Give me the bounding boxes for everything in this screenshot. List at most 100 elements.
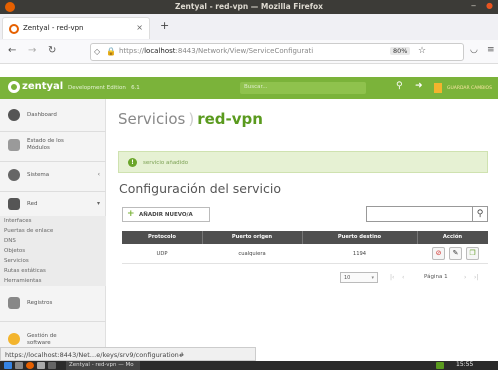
zoom-level[interactable]: 80% [390,47,411,55]
chevron-left-icon: ‹ [97,171,100,178]
lock-warning-icon[interactable]: 🔒 [106,47,116,56]
gear-icon [8,169,20,181]
last-page-icon[interactable]: ›| [474,274,478,281]
divider [0,321,106,322]
sidebar-item-label: Sistema [27,172,50,178]
sidebar-subitem-interfaces[interactable]: Interfaces [0,216,106,226]
minimize-icon[interactable]: ‒ [471,1,476,10]
desktop-icon[interactable] [4,362,12,369]
next-page-icon[interactable]: › [464,274,466,281]
chevron-down-icon: ▾ [371,275,374,281]
forward-icon[interactable]: → [28,45,36,56]
sidebar-item-system[interactable]: Sistema ‹ [0,165,106,187]
menu-icon[interactable]: ≡ [487,45,495,55]
link-status-bar: https://localhost:8443/Net…e/keys/srv9/c… [0,347,256,361]
window-titlebar: Zentyal - red-vpn — Mozilla Firefox ‒ ● [0,0,498,14]
reload-icon[interactable]: ↻ [48,45,56,56]
sidebar-subitem-services[interactable]: Servicios [0,256,106,266]
sidebar-subitem-dns[interactable]: DNS [0,236,106,246]
table-header: Protocolo Puerto origen Puerto destino A… [122,231,488,244]
shield-icon[interactable]: ◇ [94,47,100,56]
window-title: Zentyal - red-vpn — Mozilla Firefox [175,2,323,11]
sidebar-item-label: Gestión de [27,333,57,339]
add-new-label: AÑADIR NUEVO/A [139,212,193,218]
sidebar-item-network[interactable]: Red ▾ [0,194,106,216]
previous-page-icon[interactable]: ‹ [402,274,404,281]
dashboard-icon [8,109,20,121]
pocket-icon[interactable]: ◡ [470,45,478,55]
page-size-value: 10 [344,275,351,281]
back-icon[interactable]: ← [8,45,16,56]
delete-icon[interactable]: ⊘ [432,247,445,260]
breadcrumb-separator: ) [188,110,195,128]
edit-icon[interactable]: ✎ [449,247,462,260]
search-icon[interactable]: ⚲ [396,81,403,91]
cell-dest-port: 1194 [352,251,367,257]
sidebar-subitem-static-routes[interactable]: Rutas estáticas [0,266,106,276]
close-tab-icon[interactable]: × [136,23,143,32]
table-row: UDP cualquiera 1194 ⊘ ✎ ❐ [122,244,488,264]
files-icon[interactable] [15,362,23,369]
sidebar-item-label: Estado de los [27,138,64,144]
modules-icon [8,139,20,151]
network-status-icon[interactable] [436,362,444,369]
sidebar-item-logs[interactable]: Registros [0,293,106,315]
logs-icon [8,297,20,309]
software-icon [8,333,20,345]
taskbar-firefox-task[interactable]: Zentyal - red-vpn — Mo [66,361,140,370]
zentyal-logo-icon [8,81,20,93]
divider [0,131,106,132]
terminal-icon[interactable] [37,362,45,369]
clone-icon[interactable]: ❐ [466,247,479,260]
sidebar: Dashboard Estado de los Módulos Sistema … [0,99,106,361]
page-title: red-vpn [197,110,263,128]
cell-protocol: UDP [156,251,168,257]
table-search-input[interactable] [366,206,476,222]
sidebar-item-label: Módulos [27,145,50,151]
tab-label: Zentyal - red-vpn [23,24,84,32]
sidebar-item-label: Dashboard [27,112,57,118]
firefox-taskbar-icon[interactable] [26,362,34,369]
first-page-icon[interactable]: |‹ [390,274,394,281]
page-size-select[interactable]: 10 ▾ [340,272,378,283]
zentyal-header: zentyal Development Edition 6.1 Buscar..… [0,77,498,99]
add-new-button[interactable]: + AÑADIR NUEVO/A [122,207,210,222]
bookmark-star-icon[interactable]: ☆ [418,46,426,56]
section-title: Configuración del servicio [119,181,281,196]
tab-zentyal[interactable]: Zentyal - red-vpn × [2,17,150,39]
plus-icon: + [127,209,135,219]
breadcrumb-parent-link[interactable]: Servicios [118,110,185,128]
sidebar-subitem-gateways[interactable]: Puertas de enlace [0,226,106,236]
column-header-action: Acción [442,234,463,240]
divider [0,191,106,192]
breadcrumb: Servicios) red-vpn [118,110,263,128]
app-icon[interactable] [48,362,56,369]
save-changes-icon[interactable] [434,83,442,93]
close-window-icon[interactable]: ● [486,1,493,10]
sidebar-subitem-tools[interactable]: Herramientas [0,276,106,286]
divider [0,161,106,162]
sidebar-item-label: Red [27,201,38,207]
brand-name: zentyal [22,81,64,92]
url-bar[interactable]: ◇ 🔒 https://localhost:8443/Network/View/… [90,43,464,61]
network-icon [8,198,20,210]
logout-icon[interactable]: ➜ [415,81,423,91]
new-tab-icon[interactable]: + [160,19,169,32]
edition-label: Development Edition 6.1 [68,85,140,91]
sidebar-subitem-objects[interactable]: Objetos [0,246,106,256]
success-message-text: servicio añadido [143,160,189,166]
cell-source-port: cualquiera [238,251,266,257]
sidebar-item-label: Registros [27,300,53,306]
zentyal-favicon-icon [9,24,19,34]
column-header-source-port: Puerto origen [231,234,273,240]
success-message: ! servicio añadido [118,151,488,173]
url-text[interactable]: https://localhost:8443/Network/View/Serv… [119,47,357,55]
search-input[interactable]: Buscar... [240,82,366,94]
page-label: Página 1 [424,274,448,280]
sidebar-item-dashboard[interactable]: Dashboard [0,105,106,127]
tab-strip: Zentyal - red-vpn × + [0,14,498,40]
table-search-button[interactable]: ⚲ [472,206,488,222]
sidebar-item-module-status[interactable]: Estado de los Módulos [0,135,106,157]
save-changes-button[interactable]: GUARDAR CAMBIOS [447,86,492,91]
navigation-bar: ← → ↻ ◇ 🔒 https://localhost:8443/Network… [0,40,498,64]
